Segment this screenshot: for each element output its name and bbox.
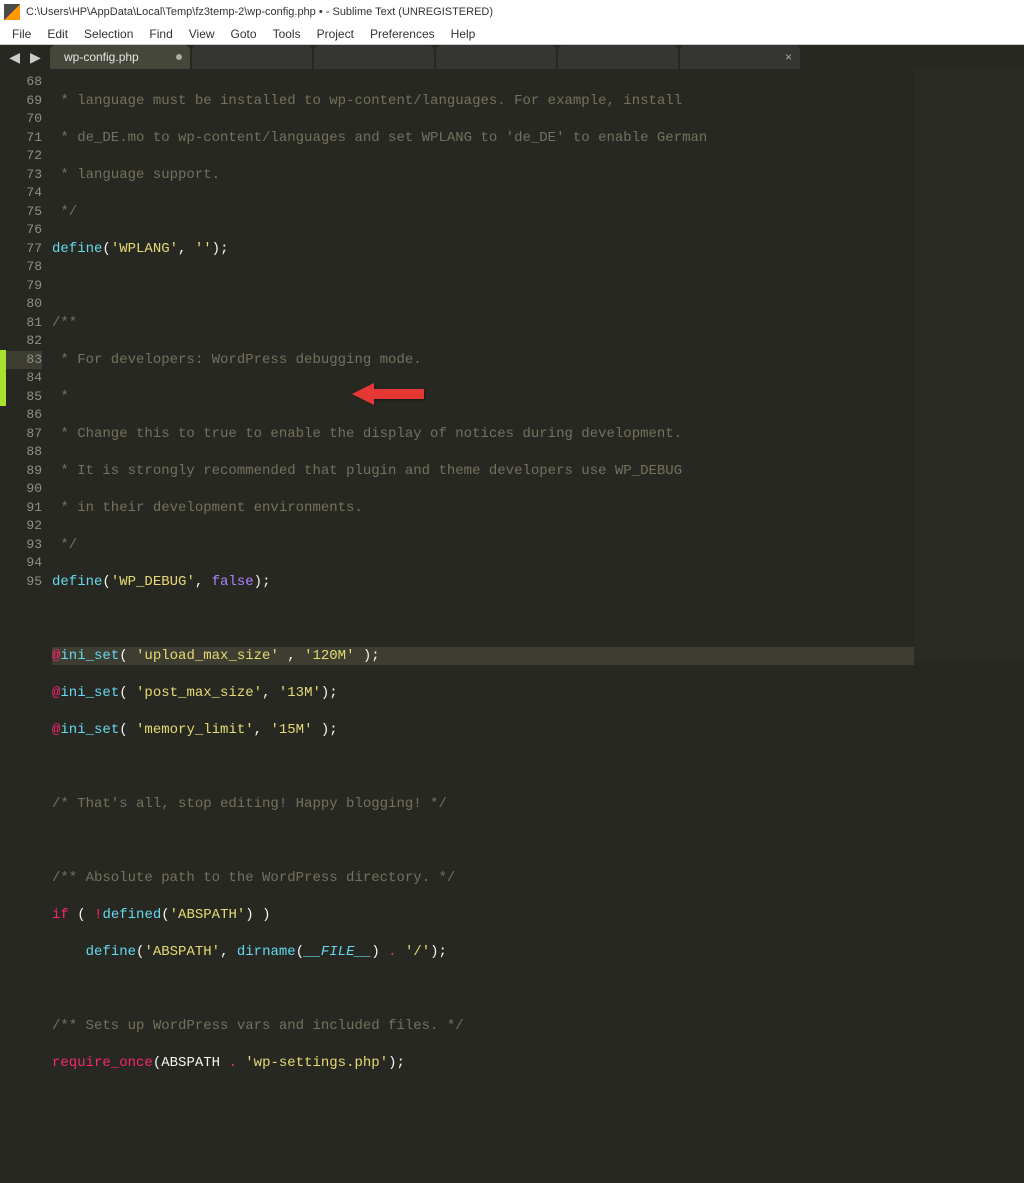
menu-edit[interactable]: Edit: [39, 25, 76, 43]
tab-inactive-5[interactable]: ×: [680, 45, 800, 69]
editor-area[interactable]: 68697071 72737475 76777879 80818283 8485…: [0, 69, 1024, 659]
menubar: File Edit Selection Find View Goto Tools…: [0, 23, 1024, 45]
tab-inactive-3[interactable]: [436, 45, 556, 69]
close-icon[interactable]: ×: [785, 50, 792, 64]
code-content[interactable]: * language must be installed to wp-conte…: [52, 69, 914, 659]
menu-help[interactable]: Help: [443, 25, 484, 43]
dirty-indicator-icon: [176, 54, 182, 60]
menu-goto[interactable]: Goto: [223, 25, 265, 43]
app-icon: [4, 4, 20, 20]
menu-tools[interactable]: Tools: [265, 25, 309, 43]
tab-wp-config[interactable]: wp-config.php: [50, 45, 190, 69]
menu-preferences[interactable]: Preferences: [362, 25, 443, 43]
line-gutter: 68697071 72737475 76777879 80818283 8485…: [0, 69, 52, 659]
change-indicator: [0, 350, 6, 406]
menu-project[interactable]: Project: [309, 25, 362, 43]
menu-view[interactable]: View: [181, 25, 223, 43]
menu-selection[interactable]: Selection: [76, 25, 141, 43]
forward-icon[interactable]: ▶: [30, 49, 41, 66]
tab-label: wp-config.php: [64, 50, 139, 64]
window-title: C:\Users\HP\AppData\Local\Temp\fz3temp-2…: [26, 6, 493, 18]
nav-arrows: ◀ ▶: [0, 49, 50, 66]
tab-bar: ◀ ▶ wp-config.php ×: [0, 45, 1024, 69]
minimap[interactable]: [914, 69, 1024, 659]
menu-file[interactable]: File: [4, 25, 39, 43]
window-titlebar: C:\Users\HP\AppData\Local\Temp\fz3temp-2…: [0, 0, 1024, 23]
tab-inactive-1[interactable]: [192, 45, 312, 69]
tab-inactive-2[interactable]: [314, 45, 434, 69]
back-icon[interactable]: ◀: [9, 49, 20, 66]
menu-find[interactable]: Find: [141, 25, 180, 43]
tab-inactive-4[interactable]: [558, 45, 678, 69]
